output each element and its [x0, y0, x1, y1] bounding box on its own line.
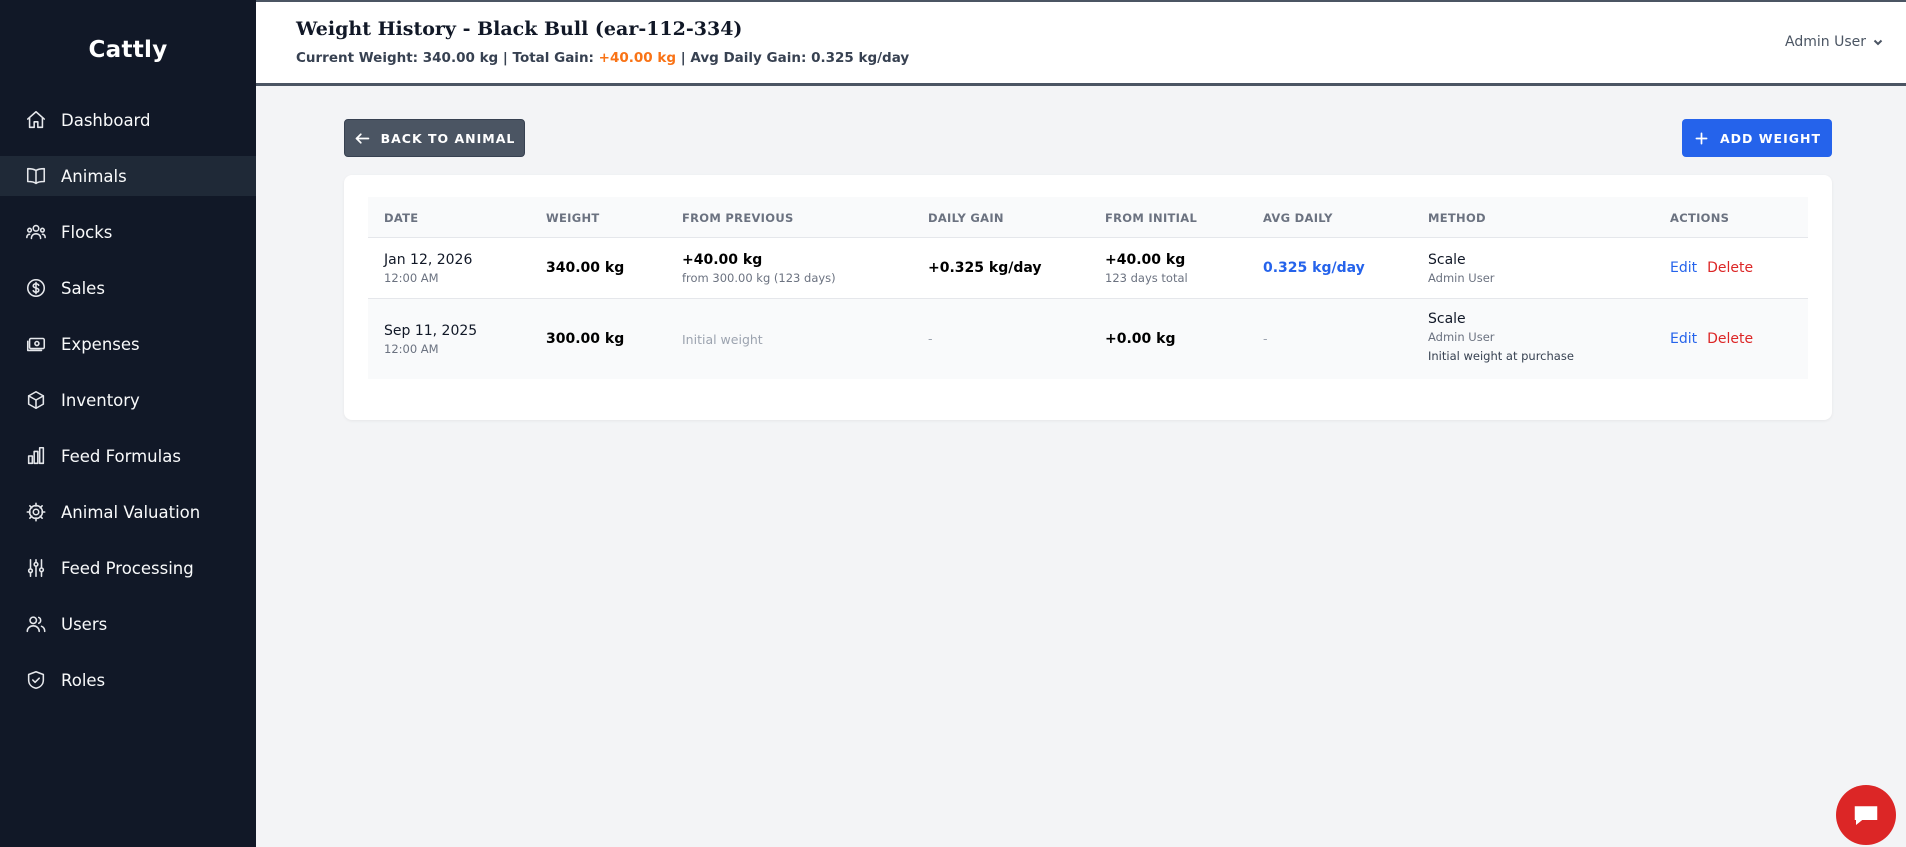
- from-initial-detail: 123 days total: [1105, 271, 1188, 285]
- sidebar-item-label: Roles: [61, 670, 106, 690]
- summary-avg-daily-gain: | Avg Daily Gain: 0.325 kg/day: [676, 50, 910, 66]
- sidebar-item-label: Expenses: [61, 334, 140, 354]
- sidebar-item-label: Flocks: [61, 222, 113, 242]
- cell-actions: Edit Delete: [1670, 260, 1753, 276]
- sidebar-item-feed-formulas[interactable]: Feed Formulas: [0, 436, 256, 476]
- column-header-from-previous: FROM PREVIOUS: [682, 211, 794, 225]
- cell-avg-daily: 0.325 kg/day: [1263, 260, 1365, 276]
- cell-avg-daily: -: [1263, 331, 1268, 346]
- time-value: 12:00 AM: [384, 271, 439, 285]
- method-user: Admin User: [1428, 271, 1495, 285]
- arrow-left-icon: [355, 132, 369, 144]
- cube-icon: [25, 389, 47, 411]
- table-header: DATE WEIGHT FROM PREVIOUS DAILY GAIN FRO…: [368, 197, 1808, 238]
- cell-weight: 340.00 kg: [546, 260, 625, 276]
- delete-link[interactable]: Delete: [1707, 331, 1753, 347]
- sidebar-item-label: Feed Formulas: [61, 446, 181, 466]
- bar-chart-icon: [25, 445, 47, 467]
- plus-icon: [1695, 132, 1708, 144]
- cell-from-previous: +40.00 kg from 300.00 kg (123 days): [682, 252, 836, 285]
- shield-check-icon: [25, 669, 47, 691]
- column-header-from-initial: FROM INITIAL: [1105, 211, 1198, 225]
- cell-from-previous: Initial weight: [682, 332, 763, 347]
- chevron-down-icon: [1873, 39, 1883, 46]
- cell-method: Scale Admin User: [1428, 252, 1495, 285]
- summary-total-gain: +40.00 kg: [598, 50, 677, 66]
- users-group-icon: [25, 221, 47, 243]
- chat-widget-button[interactable]: [1836, 785, 1896, 845]
- home-icon: [25, 109, 47, 131]
- weight-history-table: DATE WEIGHT FROM PREVIOUS DAILY GAIN FRO…: [368, 197, 1808, 379]
- method-note: Initial weight at purchase: [1428, 349, 1574, 363]
- cash-icon: [25, 333, 47, 355]
- from-previous-detail: from 300.00 kg (123 days): [682, 271, 836, 285]
- column-header-method: METHOD: [1428, 211, 1486, 225]
- back-button-label: BACK TO ANIMAL: [380, 130, 516, 146]
- cell-actions: Edit Delete: [1670, 331, 1753, 347]
- page-header: Weight History - Black Bull (ear-112-334…: [256, 0, 1906, 86]
- weight-summary: Current Weight: 340.00 kg | Total Gain: …: [296, 50, 909, 66]
- date-value: Jan 12, 2026: [384, 252, 473, 268]
- delete-link[interactable]: Delete: [1707, 260, 1753, 276]
- sliders-icon: [25, 557, 47, 579]
- sidebar-item-label: Sales: [61, 278, 105, 298]
- column-header-daily-gain: DAILY GAIN: [928, 211, 1004, 225]
- sidebar-item-sales[interactable]: Sales: [0, 268, 256, 308]
- sidebar-item-label: Dashboard: [61, 110, 151, 130]
- from-previous-value: +40.00 kg: [682, 252, 763, 268]
- summary-current-weight: Current Weight: 340.00 kg | Total Gain:: [296, 50, 599, 66]
- cell-date: Sep 11, 2025 12:00 AM: [384, 323, 477, 356]
- sidebar-item-users[interactable]: Users: [0, 604, 256, 644]
- back-to-animal-button[interactable]: BACK TO ANIMAL: [344, 119, 525, 157]
- cell-date: Jan 12, 2026 12:00 AM: [384, 252, 472, 285]
- sidebar-item-label: Animals: [61, 166, 127, 186]
- from-initial-value: +40.00 kg: [1105, 252, 1186, 268]
- sidebar-item-expenses[interactable]: Expenses: [0, 324, 256, 364]
- user-menu[interactable]: Admin User: [1785, 34, 1884, 50]
- table-row: Jan 12, 2026 12:00 AM 340.00 kg +40.00 k…: [368, 238, 1808, 299]
- method-value: Scale: [1428, 252, 1466, 268]
- column-header-avg-daily: AVG DAILY: [1263, 211, 1333, 225]
- cell-from-initial: +40.00 kg 123 days total: [1105, 252, 1188, 285]
- edit-link[interactable]: Edit: [1670, 331, 1697, 347]
- dollar-circle-icon: [25, 277, 47, 299]
- sidebar-item-label: Inventory: [61, 390, 140, 410]
- page-title: Weight History - Black Bull (ear-112-334…: [296, 18, 743, 40]
- column-header-date: DATE: [384, 211, 419, 225]
- add-button-label: ADD WEIGHT: [1719, 130, 1821, 146]
- cell-daily-gain: -: [928, 331, 933, 346]
- sidebar-item-animals[interactable]: Animals: [0, 156, 256, 196]
- cell-from-initial: +0.00 kg: [1105, 331, 1176, 347]
- user-name: Admin User: [1785, 34, 1866, 50]
- sidebar-item-roles[interactable]: Roles: [0, 660, 256, 700]
- sidebar-item-inventory[interactable]: Inventory: [0, 380, 256, 420]
- sidebar-item-label: Users: [61, 614, 108, 634]
- column-header-actions: ACTIONS: [1670, 211, 1730, 225]
- users-icon: [25, 613, 47, 635]
- sidebar-nav: Dashboard Animals Flocks Sales Expenses …: [0, 100, 256, 700]
- app-brand[interactable]: Cattly: [0, 0, 256, 100]
- sidebar-item-flocks[interactable]: Flocks: [0, 212, 256, 252]
- sidebar-item-dashboard[interactable]: Dashboard: [0, 100, 256, 140]
- book-icon: [25, 165, 47, 187]
- table-row: Sep 11, 2025 12:00 AM 300.00 kg Initial …: [368, 299, 1808, 379]
- time-value: 12:00 AM: [384, 342, 439, 356]
- add-weight-button[interactable]: ADD WEIGHT: [1682, 119, 1832, 157]
- date-value: Sep 11, 2025: [384, 323, 478, 339]
- sidebar: Cattly Dashboard Animals Flocks Sales Ex…: [0, 0, 256, 847]
- sidebar-item-feed-processing[interactable]: Feed Processing: [0, 548, 256, 588]
- cell-method: Scale Admin User Initial weight at purch…: [1428, 311, 1574, 363]
- sidebar-item-label: Animal Valuation: [61, 502, 201, 522]
- gear-icon: [25, 501, 47, 523]
- sidebar-item-label: Feed Processing: [61, 558, 194, 578]
- sidebar-item-animal-valuation[interactable]: Animal Valuation: [0, 492, 256, 532]
- cell-daily-gain: +0.325 kg/day: [928, 260, 1042, 276]
- cell-weight: 300.00 kg: [546, 331, 625, 347]
- method-value: Scale: [1428, 311, 1466, 327]
- weight-history-card: DATE WEIGHT FROM PREVIOUS DAILY GAIN FRO…: [344, 175, 1832, 420]
- method-user: Admin User: [1428, 330, 1495, 344]
- column-header-weight: WEIGHT: [546, 211, 600, 225]
- edit-link[interactable]: Edit: [1670, 260, 1697, 276]
- chat-bubble-icon: [1854, 806, 1878, 825]
